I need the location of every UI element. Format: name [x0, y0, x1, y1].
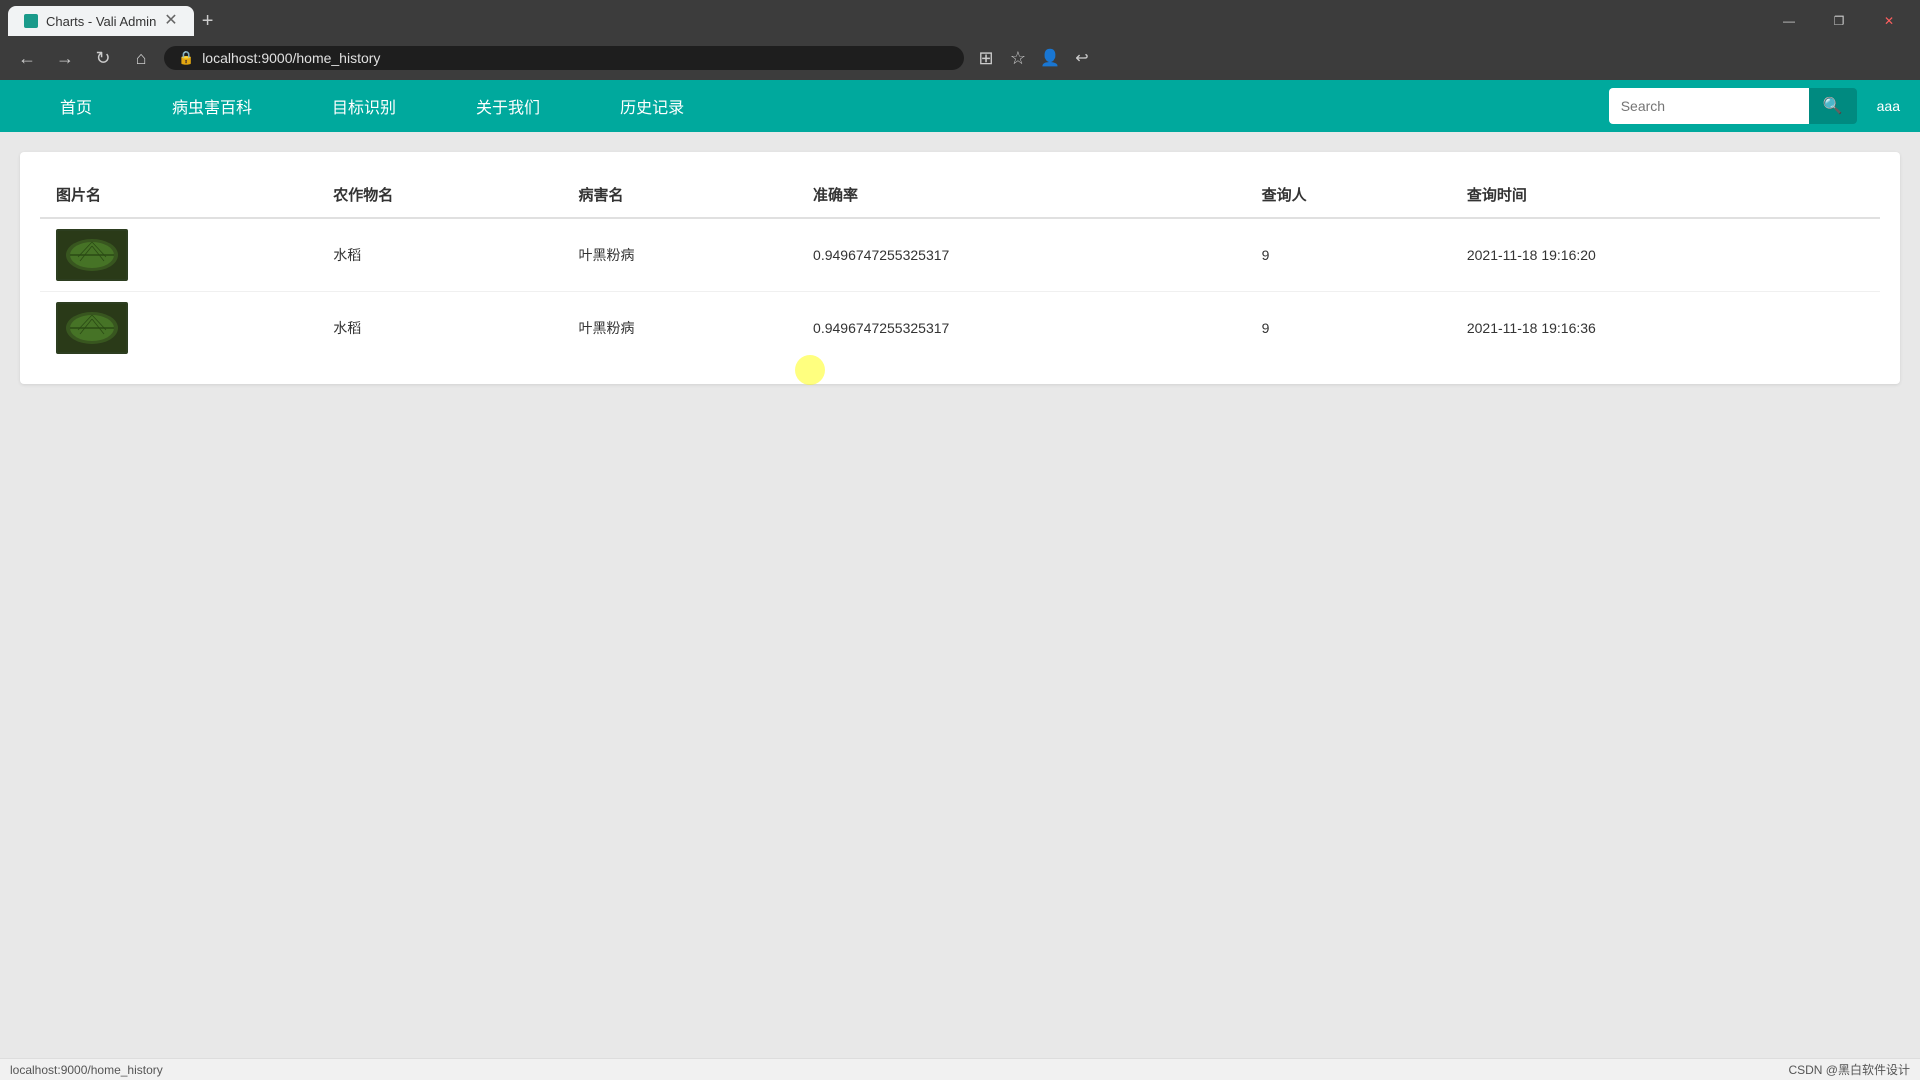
cell-accuracy: 0.9496747255325317 [797, 218, 1246, 292]
close-button[interactable]: ✕ [1866, 6, 1912, 36]
maximize-button[interactable]: ❐ [1816, 6, 1862, 36]
status-url: localhost:9000/home_history [10, 1063, 163, 1077]
leaf-svg [58, 231, 126, 279]
col-header-disease: 病害名 [562, 172, 797, 218]
leaf-thumbnail [56, 302, 128, 354]
browser-tab[interactable]: Charts - Vali Admin ✕ [8, 6, 194, 36]
nav-history[interactable]: 历史记录 [580, 80, 724, 132]
cell-disease: 叶黑粉病 [562, 218, 797, 292]
forward-button[interactable]: → [50, 43, 80, 73]
cell-image [40, 292, 317, 365]
bookmark-button[interactable]: ☆ [1004, 44, 1032, 72]
cell-image [40, 218, 317, 292]
history-table-card: 图片名 农作物名 病害名 准确率 查询人 查询时间 [20, 152, 1900, 384]
search-input[interactable] [1609, 88, 1809, 124]
profile-button[interactable]: 👤 [1036, 44, 1064, 72]
nav-encyclopedia[interactable]: 病虫害百科 [132, 80, 292, 132]
leaf-thumbnail [56, 229, 128, 281]
browser-toolbar: ⊞ ☆ 👤 ↩ [972, 44, 1096, 72]
nav-recognition[interactable]: 目标识别 [292, 80, 436, 132]
tab-title: Charts - Vali Admin [46, 14, 156, 29]
search-icon: 🔍 [1823, 98, 1843, 115]
search-box: 🔍 [1609, 88, 1857, 124]
cell-querier: 9 [1246, 292, 1451, 365]
status-right: CSDN @黑白软件设计 [1788, 1061, 1910, 1078]
window-controls: — ❐ ✕ [1766, 6, 1912, 36]
col-header-querier: 查询人 [1246, 172, 1451, 218]
tab-favicon [24, 14, 38, 28]
cell-time: 2021-11-18 19:16:20 [1451, 218, 1880, 292]
col-header-crop: 农作物名 [317, 172, 562, 218]
cell-disease: 叶黑粉病 [562, 292, 797, 365]
home-button[interactable]: ⌂ [126, 43, 156, 73]
more-button[interactable]: ↩ [1068, 44, 1096, 72]
col-header-accuracy: 准确率 [797, 172, 1246, 218]
tab-close-button[interactable]: ✕ [164, 13, 177, 29]
nav-about[interactable]: 关于我们 [436, 80, 580, 132]
page-content: 图片名 农作物名 病害名 准确率 查询人 查询时间 [0, 132, 1920, 812]
back-button[interactable]: ← [12, 43, 42, 73]
cell-crop: 水稻 [317, 218, 562, 292]
cell-querier: 9 [1246, 218, 1451, 292]
reload-button[interactable]: ↻ [88, 43, 118, 73]
search-button[interactable]: 🔍 [1809, 88, 1857, 124]
table-row: 水稻叶黑粉病0.949674725532531792021-11-18 19:1… [40, 292, 1880, 365]
col-header-time: 查询时间 [1451, 172, 1880, 218]
security-icon: 🔒 [178, 50, 194, 66]
cell-time: 2021-11-18 19:16:36 [1451, 292, 1880, 365]
leaf-svg [58, 304, 126, 352]
nav-home[interactable]: 首页 [20, 80, 132, 132]
history-table: 图片名 农作物名 病害名 准确率 查询人 查询时间 [40, 172, 1880, 364]
status-bar: localhost:9000/home_history CSDN @黑白软件设计 [0, 1058, 1920, 1080]
extensions-button[interactable]: ⊞ [972, 44, 1000, 72]
cell-crop: 水稻 [317, 292, 562, 365]
nav-search-area: 🔍 aaa [1609, 88, 1900, 124]
nav-user-label: aaa [1877, 98, 1900, 114]
new-tab-button[interactable]: + [194, 10, 222, 33]
main-navigation: 首页 病虫害百科 目标识别 关于我们 历史记录 🔍 aaa [0, 80, 1920, 132]
col-header-image: 图片名 [40, 172, 317, 218]
table-header-row: 图片名 农作物名 病害名 准确率 查询人 查询时间 [40, 172, 1880, 218]
table-row: 水稻叶黑粉病0.949674725532531792021-11-18 19:1… [40, 218, 1880, 292]
url-input[interactable] [202, 50, 950, 66]
cell-accuracy: 0.9496747255325317 [797, 292, 1246, 365]
minimize-button[interactable]: — [1766, 6, 1812, 36]
address-bar[interactable]: 🔒 [164, 46, 964, 70]
